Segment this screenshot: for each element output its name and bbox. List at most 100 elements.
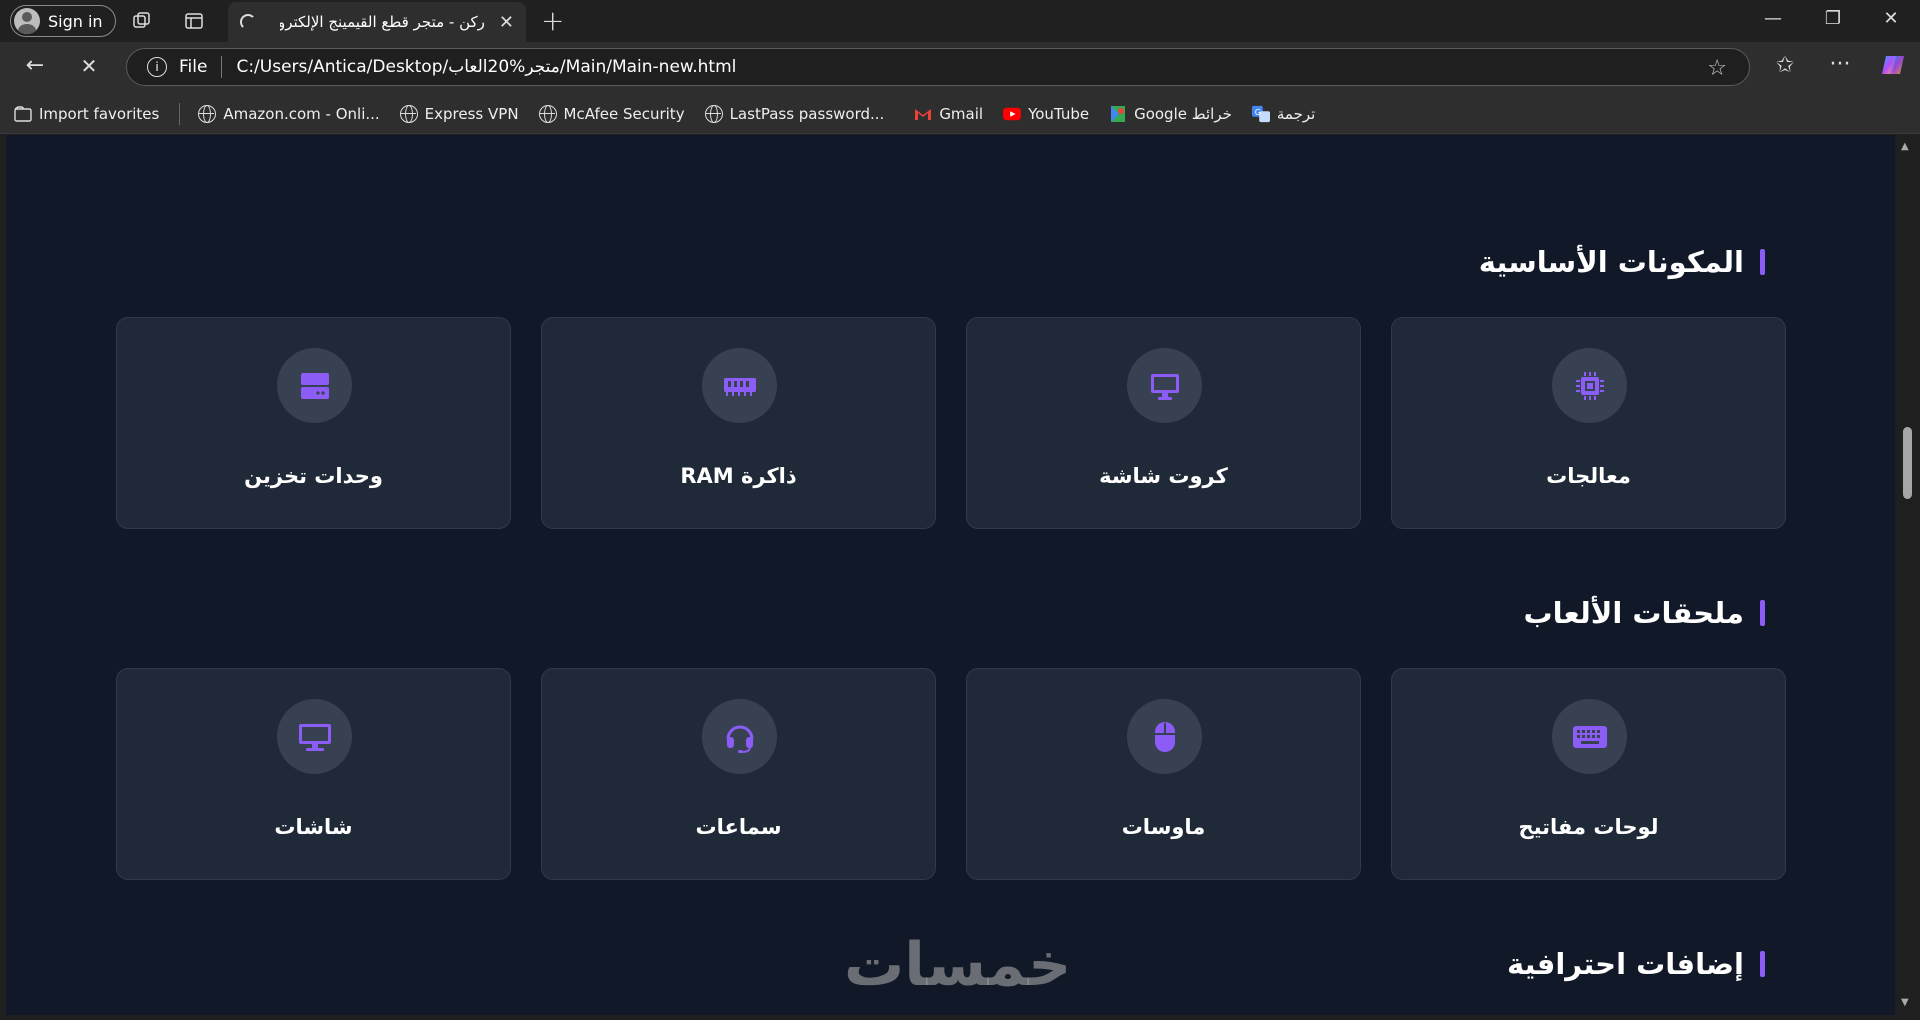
scroll-thumb[interactable] bbox=[1903, 427, 1912, 499]
svg-text:G: G bbox=[1255, 106, 1261, 116]
globe-icon bbox=[198, 104, 217, 123]
more-options-icon[interactable]: ··· bbox=[1825, 52, 1855, 77]
card-label: شاشات bbox=[274, 815, 353, 839]
card-label: وحدات تخزين bbox=[244, 464, 383, 488]
bookmark-label: YouTube bbox=[1028, 104, 1090, 123]
section-accent-bar bbox=[1760, 951, 1765, 977]
section-title-gaming-accessories: ملحقات الألعاب bbox=[1523, 596, 1765, 630]
category-card-headsets[interactable]: سماعات bbox=[541, 668, 936, 880]
info-icon[interactable]: i bbox=[147, 57, 167, 77]
category-card-processors[interactable]: معالجات bbox=[1391, 317, 1786, 529]
bookmark-label: Amazon.com - Onli... bbox=[223, 104, 380, 123]
favorites-icon[interactable]: ✩ bbox=[1770, 53, 1800, 78]
bookmark-import-favorites[interactable]: Import favorites bbox=[14, 105, 159, 123]
icon-circle bbox=[277, 699, 352, 774]
icon-circle bbox=[702, 348, 777, 423]
icon-circle bbox=[277, 348, 352, 423]
watermark-logo: خمسات bbox=[844, 930, 1072, 1000]
section-title-pro-addons: إضافات احترافية bbox=[1507, 947, 1765, 981]
bookmark-divider bbox=[179, 102, 181, 125]
category-card-ram[interactable]: ذاكرة RAM bbox=[541, 317, 936, 529]
category-card-mice[interactable]: ماوسات bbox=[966, 668, 1361, 880]
page-scrollbar[interactable]: ▲ ▼ bbox=[1895, 135, 1920, 1020]
hdd-icon bbox=[300, 372, 329, 399]
cpu-icon bbox=[1575, 371, 1604, 400]
title-bar: Sign in ركن - متجر قطع القيمينج الإلكترو… bbox=[0, 0, 1920, 42]
bookmark-label: Gmail bbox=[939, 104, 984, 123]
card-label: ذاكرة RAM bbox=[680, 464, 797, 488]
stop-loading-icon[interactable]: ✕ bbox=[74, 54, 104, 78]
bookmark-label: Google خرائط bbox=[1134, 104, 1232, 123]
card-label: لوحات مفاتيح bbox=[1518, 815, 1659, 839]
back-arrow-icon[interactable]: ← bbox=[20, 53, 50, 78]
category-card-keyboards[interactable]: لوحات مفاتيح bbox=[1391, 668, 1786, 880]
scroll-down-icon[interactable]: ▼ bbox=[1901, 997, 1909, 1008]
bookmark-label: LastPass password... bbox=[729, 104, 885, 123]
section-accent-bar bbox=[1760, 600, 1765, 626]
icon-circle bbox=[702, 699, 777, 774]
address-scheme: File bbox=[179, 57, 208, 77]
address-separator bbox=[221, 56, 223, 78]
maps-icon bbox=[1109, 105, 1127, 123]
memory-icon bbox=[723, 377, 756, 396]
bookmark-amazon[interactable]: Amazon.com - Onli... bbox=[198, 104, 380, 123]
bookmark-mcafee[interactable]: McAfee Security bbox=[538, 104, 685, 123]
page-viewport: المكونات الأساسية معالجات كروت شاشة ذاكر… bbox=[6, 135, 1895, 1015]
globe-icon bbox=[704, 104, 723, 123]
section-title-text: المكونات الأساسية bbox=[1478, 245, 1744, 279]
workspaces-icon[interactable] bbox=[130, 9, 154, 33]
section-accent-bar bbox=[1760, 249, 1765, 275]
scroll-up-icon[interactable]: ▲ bbox=[1901, 141, 1909, 152]
tab-actions-icon[interactable] bbox=[182, 9, 206, 33]
keyboard-icon bbox=[1572, 725, 1607, 748]
tab-close-icon[interactable]: ✕ bbox=[499, 12, 514, 33]
bookmark-label: Express VPN bbox=[424, 104, 519, 123]
globe-icon bbox=[538, 104, 557, 123]
card-label: ماوسات bbox=[1121, 815, 1206, 839]
new-tab-icon[interactable]: + bbox=[541, 4, 564, 37]
display-icon bbox=[298, 723, 331, 751]
bookmark-youtube[interactable]: YouTube bbox=[1003, 105, 1089, 123]
import-icon bbox=[14, 105, 32, 123]
bookmark-label: McAfee Security bbox=[563, 104, 685, 123]
headset-icon bbox=[726, 725, 753, 753]
icon-circle bbox=[1127, 699, 1202, 774]
browser-toolbar: i File C:/Users/Antica/Desktop/متجر%20ال… bbox=[0, 42, 1920, 94]
section-title-core-components: المكونات الأساسية bbox=[1479, 245, 1765, 279]
bookmark-google-maps[interactable]: Google خرائط bbox=[1109, 105, 1232, 123]
tab-title: ركن - متجر قطع القيمينج الإلكترونية bbox=[280, 13, 485, 31]
sign-in-button[interactable]: Sign in bbox=[10, 5, 116, 37]
bookmark-express-vpn[interactable]: Express VPN bbox=[399, 104, 519, 123]
avatar-icon bbox=[14, 8, 40, 34]
minimize-icon[interactable]: — bbox=[1758, 8, 1788, 29]
card-label: سماعات bbox=[695, 815, 782, 839]
section-title-text: إضافات احترافية bbox=[1506, 947, 1744, 981]
bookmark-label: ترجمة bbox=[1276, 104, 1316, 123]
mouse-icon bbox=[1154, 721, 1175, 752]
youtube-icon bbox=[1003, 105, 1022, 123]
bookmark-lastpass[interactable]: LastPass password... bbox=[704, 104, 885, 123]
icon-circle bbox=[1552, 348, 1627, 423]
category-card-graphics-cards[interactable]: كروت شاشة bbox=[966, 317, 1361, 529]
favorite-star-icon[interactable]: ☆ bbox=[1707, 56, 1727, 81]
loading-spinner-icon bbox=[240, 14, 256, 30]
section-title-text: ملحقات الألعاب bbox=[1523, 596, 1744, 630]
restore-icon[interactable]: ❐ bbox=[1818, 8, 1848, 29]
card-label: كروت شاشة bbox=[1099, 464, 1228, 488]
category-card-storage[interactable]: وحدات تخزين bbox=[116, 317, 511, 529]
bookmark-gmail[interactable]: Gmail bbox=[914, 105, 983, 123]
globe-icon bbox=[399, 104, 418, 123]
copilot-icon[interactable] bbox=[1878, 52, 1908, 84]
address-url: C:/Users/Antica/Desktop/متجر%20العاب/Mai… bbox=[236, 57, 737, 77]
icon-circle bbox=[1127, 348, 1202, 423]
active-tab[interactable]: ركن - متجر قطع القيمينج الإلكترونية ✕ bbox=[228, 2, 526, 42]
sign-in-label: Sign in bbox=[48, 11, 103, 31]
monitor-icon bbox=[1150, 373, 1179, 400]
translate-icon: G bbox=[1251, 105, 1270, 123]
bookmark-translate[interactable]: G ترجمة bbox=[1251, 104, 1316, 123]
icon-circle bbox=[1552, 699, 1627, 774]
close-window-icon[interactable]: ✕ bbox=[1876, 8, 1906, 29]
address-bar[interactable]: i File C:/Users/Antica/Desktop/متجر%20ال… bbox=[126, 48, 1750, 86]
bookmark-label: Import favorites bbox=[39, 104, 160, 123]
category-card-monitors[interactable]: شاشات bbox=[116, 668, 511, 880]
